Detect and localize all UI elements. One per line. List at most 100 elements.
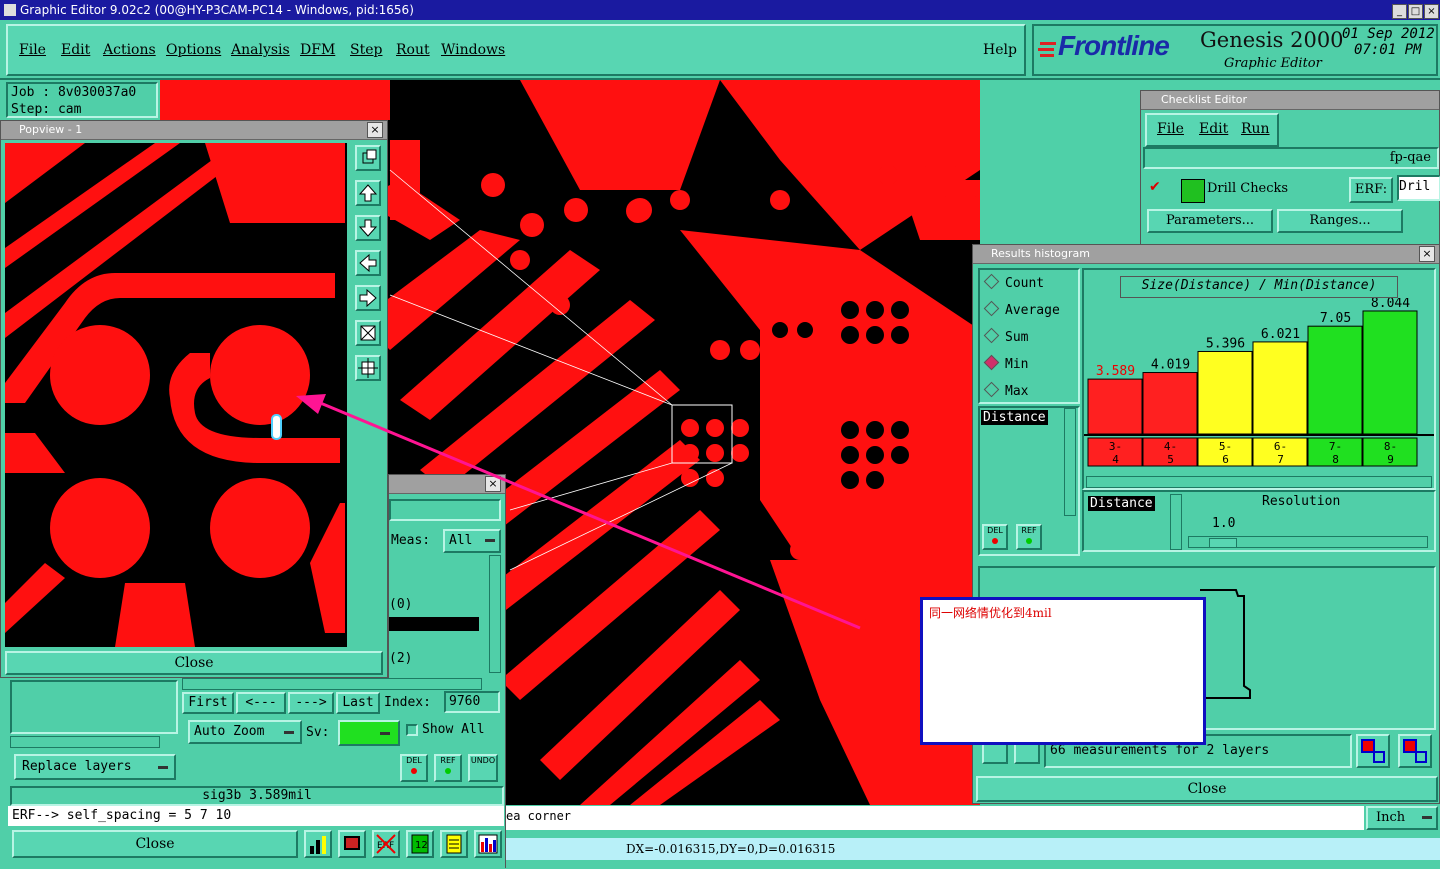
popview-canvas[interactable] [5,143,347,647]
category-label: 6- [1274,440,1287,453]
notes-icon[interactable] [440,830,468,858]
fit-icon[interactable] [355,320,381,346]
dropdown-icon [380,732,390,735]
del-button[interactable]: DEL [400,754,428,782]
option-sum[interactable]: Sum [983,327,1028,345]
option-count[interactable]: Count [983,273,1044,291]
checklist-menu-run[interactable]: Run [1241,121,1270,137]
resolution-slider-handle[interactable] [1209,538,1237,548]
histogram-list-item[interactable]: Distance [981,410,1048,425]
popview-title-bar: Popview - 1 × [1,121,387,140]
window-controls[interactable]: _ □ × [1392,3,1439,19]
menu-box [6,24,1026,76]
up-arrow-icon[interactable] [355,180,381,206]
histogram-chart: 3.589 3-4 4.019 4-5 5.396 5-6 6.021 6-7 7.05 7-8 8… [1084,298,1434,467]
resolution-list-item[interactable]: Distance [1088,496,1155,511]
meas-dropdown[interactable]: All [443,529,501,553]
erf-disabled-icon[interactable]: ERF [372,830,400,858]
results-list-line2[interactable]: (2) [389,651,412,666]
checklist-menu-file[interactable]: File [1157,121,1184,137]
histogram-bar[interactable] [1142,372,1198,435]
svg-text:12: 12 [415,840,428,851]
histogram-close-button[interactable]: Close [976,776,1438,802]
histogram-bar[interactable] [1362,310,1418,435]
menu-help[interactable]: Help [983,42,1017,58]
left-arrow-icon[interactable] [355,250,381,276]
histogram-icon[interactable] [474,830,502,858]
menu-actions[interactable]: Actions [103,42,156,58]
results-viewer-close-icon[interactable]: × [485,476,501,492]
zoom-window-icon[interactable] [1356,734,1390,768]
undo-button[interactable]: UNDO [468,754,498,782]
results-list-line1[interactable]: (0) [389,597,412,612]
zoom-icon[interactable] [355,145,381,171]
units-dropdown[interactable]: Inch [1366,806,1438,830]
menu-edit[interactable]: Edit [61,42,90,58]
replace-layers-dropdown[interactable]: Replace layers [14,754,176,780]
close-window-button[interactable]: × [1424,4,1439,19]
prev-button[interactable]: <--- [236,692,286,714]
right-arrow-icon[interactable] [355,285,381,311]
pan-icon[interactable] [355,355,381,381]
show-all-checkbox[interactable] [406,724,418,736]
brand-logo: Frontline [1058,30,1170,61]
ranges-button[interactable]: Ranges... [1277,209,1403,233]
monitor-icon[interactable] [338,830,366,858]
option-min[interactable]: Min [983,354,1028,372]
numbered-icon[interactable]: 12 [406,830,434,858]
first-button[interactable]: First [182,692,234,714]
popview-close-icon[interactable]: × [367,122,383,138]
next-button[interactable]: ---> [288,692,334,714]
dropdown-icon [158,766,168,769]
parameters-button[interactable]: Parameters... [1147,209,1273,233]
histogram-list-scrollbar[interactable] [1064,408,1076,516]
minimize-button[interactable]: _ [1392,4,1407,19]
bar-value-label: 6.021 [1261,327,1300,342]
graph-icon[interactable] [304,830,332,858]
erf-value[interactable]: Dril [1397,175,1440,201]
results-scrollbar[interactable] [489,555,501,673]
results-viewer-field [389,499,501,521]
menu-file[interactable]: File [19,42,46,58]
resolution-list-scrollbar[interactable] [1170,494,1182,550]
drill-checks-icon [1181,179,1205,203]
index-input[interactable]: 9760 [444,691,500,713]
left-hscroll[interactable] [10,736,160,748]
menu-options[interactable]: Options [166,42,221,58]
auto-zoom-dropdown[interactable]: Auto Zoom [188,720,302,744]
popview-close-button[interactable]: Close [5,651,383,675]
option-max[interactable]: Max [983,381,1028,399]
check-mark-icon[interactable]: ✔ [1149,179,1161,195]
histogram-del-button[interactable]: DEL [982,524,1008,550]
checklist-name: fp-qae [1143,147,1439,169]
ref-button[interactable]: REF [434,754,462,782]
down-arrow-icon[interactable] [355,215,381,241]
lower-close-button[interactable]: Close [12,830,298,858]
results-list-selected[interactable] [389,617,479,631]
sv-color-dropdown[interactable] [338,720,400,746]
histogram-close-icon[interactable]: × [1419,246,1435,262]
checklist-menu-edit[interactable]: Edit [1199,121,1228,137]
dropdown-icon [1422,816,1432,819]
checklist-item[interactable]: Drill Checks [1207,181,1288,196]
menu-windows[interactable]: Windows [441,42,505,58]
menu-dfm[interactable]: DFM [300,42,335,58]
last-button[interactable]: Last [336,692,380,714]
menu-rout[interactable]: Rout [396,42,430,58]
zoom-fit-icon[interactable] [1398,734,1432,768]
menu-step[interactable]: Step [350,42,382,58]
histogram-bar[interactable] [1252,341,1308,435]
chart-hscroll[interactable] [1086,476,1432,488]
resolution-slider[interactable] [1188,536,1428,548]
bar-value-label: 7.05 [1320,311,1351,326]
histogram-bar[interactable] [1197,350,1253,435]
histogram-bar[interactable] [1307,325,1363,435]
maximize-button[interactable]: □ [1408,4,1423,19]
histogram-bar[interactable] [1087,378,1143,435]
mid-hscroll[interactable] [182,678,482,690]
option-average[interactable]: Average [983,300,1060,318]
category-label: 8 [1332,453,1339,466]
menu-analysis[interactable]: Analysis [231,42,290,58]
frontline-logo-icon [1038,38,1058,62]
histogram-ref-button[interactable]: REF [1016,524,1042,550]
